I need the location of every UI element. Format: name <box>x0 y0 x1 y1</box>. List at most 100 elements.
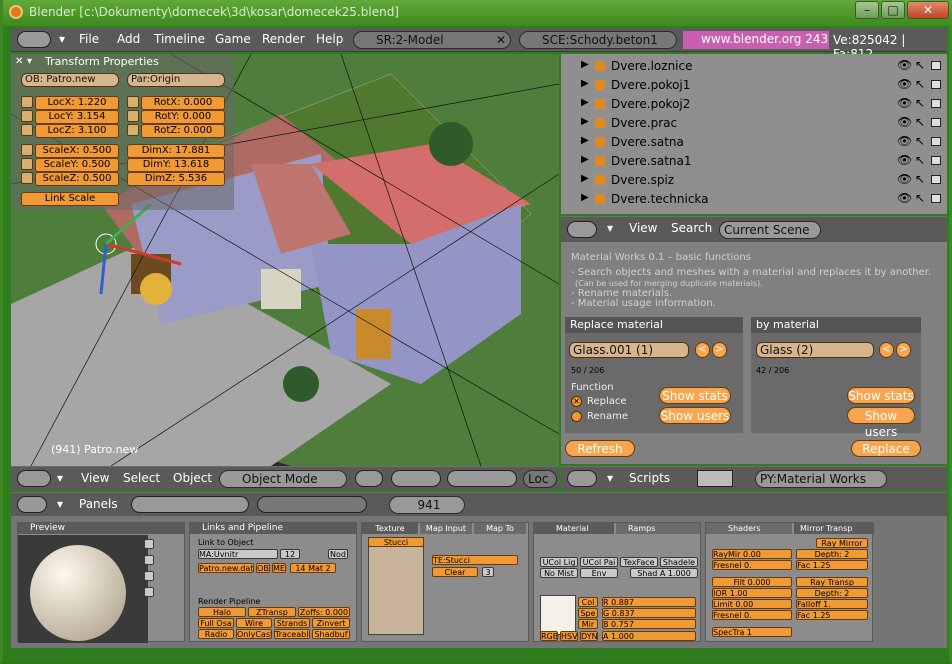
falloff-slider[interactable]: Falloff 1. <box>796 599 868 609</box>
outliner-item-name[interactable]: Dvere.spiz <box>611 173 674 187</box>
texture-name-field[interactable]: TE:Stucci <box>432 555 518 565</box>
replace-button[interactable]: Replace <box>851 440 921 457</box>
restrict-select-icon[interactable]: ↖ <box>915 96 925 110</box>
hsv-button[interactable]: HSV <box>560 631 578 641</box>
dimz-field[interactable]: DimZ: 5.536 <box>127 172 225 186</box>
minimize-button[interactable]: – <box>855 1 879 19</box>
restrict-view-icon[interactable]: 👁 <box>897 172 912 186</box>
frame-counter[interactable]: 941 <box>389 496 465 514</box>
ztransp-button[interactable]: ZTransp <box>248 607 296 617</box>
menu-add[interactable]: Add <box>117 32 140 46</box>
menu-game[interactable]: Game <box>215 32 251 46</box>
scripts-menu[interactable]: Scripts <box>629 471 670 485</box>
outliner-row[interactable]: ▶ Dvere.technicka 👁 ↖ <box>561 190 947 209</box>
expand-arrow-icon[interactable]: ▶ <box>581 135 589 146</box>
close-panel-icon[interactable]: ✕ <box>15 56 23 67</box>
outliner-scope[interactable]: Current Scene <box>719 221 821 239</box>
nodes-button[interactable]: Nod <box>328 549 348 559</box>
restrict-select-icon[interactable]: ↖ <box>915 134 925 148</box>
wire-button[interactable]: Wire <box>236 618 272 628</box>
outliner-item-name[interactable]: Dvere.satna <box>611 135 684 149</box>
object-data-field[interactable]: Patro.new.data <box>198 563 254 573</box>
restrict-render-icon[interactable] <box>931 194 941 203</box>
shadbuf-button[interactable]: Shadbuf <box>312 629 350 639</box>
restrict-render-icon[interactable] <box>931 80 941 89</box>
restrict-view-icon[interactable]: 👁 <box>897 96 912 110</box>
menu-render[interactable]: Render <box>262 32 305 46</box>
next-button[interactable]: > <box>896 342 911 358</box>
ior-slider[interactable]: IOR 1.00 <box>712 588 792 598</box>
restrict-render-icon[interactable] <box>931 61 941 70</box>
raymir-slider[interactable]: RayMir 0.00 <box>712 549 792 559</box>
replace-material-select[interactable]: Glass.001 (1) <box>569 342 689 358</box>
spectra-slider[interactable]: SpecTra 1 <box>712 627 792 637</box>
restrict-render-icon[interactable] <box>931 99 941 108</box>
tab-mirror-transp[interactable]: Mirror Transp <box>794 523 874 534</box>
by-material-select[interactable]: Glass (2) <box>756 342 874 358</box>
lock-icon[interactable] <box>21 158 33 170</box>
scalez-field[interactable]: ScaleZ: 0.500 <box>35 172 119 186</box>
restrict-render-icon[interactable] <box>931 137 941 146</box>
radio-button[interactable]: Radio <box>198 629 234 639</box>
texture-slot-stucci[interactable]: Stucci <box>368 537 424 547</box>
show-users-button[interactable]: Show users <box>847 407 915 439</box>
lock-icon[interactable] <box>127 124 139 136</box>
green-slider[interactable]: G 0.837 <box>602 608 696 618</box>
expand-arrow-icon[interactable]: ▶ <box>581 97 589 108</box>
outliner-item-name[interactable]: Dvere.satna1 <box>611 154 692 168</box>
ray-transp-button[interactable]: Ray Transp <box>796 577 868 587</box>
outliner-item-name[interactable]: Dvere.loznice <box>611 59 693 73</box>
close-icon[interactable]: ✕ <box>496 32 506 48</box>
restrict-select-icon[interactable]: ↖ <box>915 191 925 205</box>
select-menu[interactable]: Select <box>123 471 160 485</box>
object-menu[interactable]: Object <box>173 471 212 485</box>
expand-arrow-icon[interactable]: ▶ <box>581 192 589 203</box>
transp-fac-slider[interactable]: Fac 1.25 <box>796 610 868 620</box>
menu-arrow-icon[interactable]: ▾ <box>59 32 65 46</box>
restrict-view-icon[interactable]: 👁 <box>897 58 912 72</box>
outliner-item-name[interactable]: Dvere.pokoj1 <box>611 78 690 92</box>
outliner-row[interactable]: ▶ Dvere.pokoj1 👁 ↖ <box>561 76 947 95</box>
restrict-select-icon[interactable]: ↖ <box>915 153 925 167</box>
lock-icon[interactable] <box>21 144 33 156</box>
script-selector[interactable]: PY:Material Works <box>755 470 887 488</box>
nomist-button[interactable]: No Mist <box>540 568 578 578</box>
dimy-field[interactable]: DimY: 13.618 <box>127 158 225 172</box>
lock-icon[interactable] <box>21 110 33 122</box>
draw-type-icon[interactable] <box>355 470 383 487</box>
transp-depth-field[interactable]: Depth: 2 <box>796 588 868 598</box>
editor-type-icon[interactable] <box>17 496 47 513</box>
header-arrow-icon[interactable]: ▾ <box>607 471 613 485</box>
dyn-button[interactable]: DYN <box>580 631 598 641</box>
zoffs-field[interactable]: Zoffs: 0.000 <box>298 607 350 617</box>
roty-field[interactable]: RotY: 0.000 <box>141 110 225 124</box>
editor-type-icon[interactable] <box>567 221 597 238</box>
expand-arrow-icon[interactable]: ▶ <box>581 173 589 184</box>
manipulator-icon[interactable] <box>447 470 517 487</box>
material-name-field[interactable]: MA:Uvnitr <box>198 549 278 559</box>
rename-radio[interactable] <box>571 411 582 422</box>
show-stats-button[interactable]: Show stats <box>847 387 915 404</box>
editor-type-icon[interactable] <box>17 470 51 487</box>
red-slider[interactable]: R 0.887 <box>602 597 696 607</box>
subcontext-buttons[interactable] <box>257 496 367 513</box>
scene-selector[interactable]: SCE:Schody.beton1 <box>519 31 677 49</box>
restrict-render-icon[interactable] <box>931 156 941 165</box>
restrict-render-icon[interactable] <box>931 175 941 184</box>
me-button[interactable]: ME <box>272 563 286 573</box>
mode-selector[interactable]: Object Mode <box>219 470 347 488</box>
expand-arrow-icon[interactable]: ▶ <box>581 154 589 165</box>
halo-button[interactable]: Halo <box>198 607 246 617</box>
mirror-fac-slider[interactable]: Fac 1.25 <box>796 560 868 570</box>
outliner-row[interactable]: ▶ Dvere.loznice 👁 ↖ <box>561 57 947 76</box>
show-users-button[interactable]: Show users <box>659 407 731 424</box>
shad-a-field[interactable]: Shad A 1.000 <box>630 568 698 578</box>
rgb-button[interactable]: RGB <box>540 631 558 641</box>
traceable-button[interactable]: Traceable <box>274 629 310 639</box>
lock-icon[interactable] <box>127 96 139 108</box>
parent-field[interactable]: Par:Origin <box>127 73 225 87</box>
ucol-pai-button[interactable]: UCol Pai <box>580 557 618 567</box>
lock-icon[interactable] <box>127 110 139 122</box>
locz-field[interactable]: LocZ: 3.100 <box>35 124 119 138</box>
tab-material[interactable]: Material <box>534 523 614 534</box>
